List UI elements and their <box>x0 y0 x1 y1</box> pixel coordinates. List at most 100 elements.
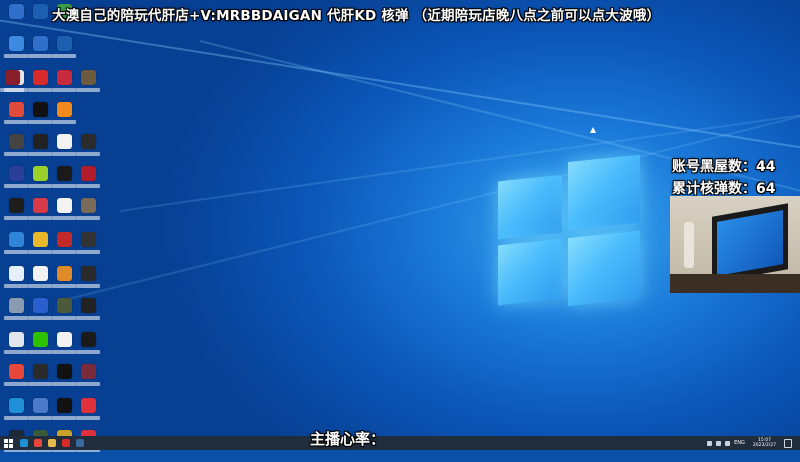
app-blue-icon <box>32 36 48 51</box>
desktop-icon-game-1[interactable] <box>76 70 100 102</box>
desktop-icon-app-blue-3[interactable] <box>4 166 28 198</box>
desktop-icon-game-7[interactable] <box>76 232 100 264</box>
netease-music-icon <box>32 70 48 85</box>
desktop-icon-app-light[interactable] <box>4 266 28 298</box>
desktop-icon-doc-white-4[interactable] <box>52 332 76 364</box>
edge-icon[interactable] <box>20 439 28 447</box>
start-button[interactable] <box>2 436 14 450</box>
doc-white-4-icon <box>56 332 72 347</box>
desktop-icon-app-red[interactable] <box>52 70 76 102</box>
desktop-icon-app-cloud[interactable] <box>4 232 28 264</box>
desktop-icon-app-red-2[interactable] <box>28 198 52 230</box>
desktop-icon-chrome[interactable] <box>4 364 28 396</box>
explorer-icon[interactable] <box>48 439 56 447</box>
desktop-icon-doc-white-3[interactable] <box>28 266 52 298</box>
mw-game-icon <box>80 298 96 313</box>
desktop-icon-app-top-1[interactable] <box>4 4 28 36</box>
app-gray-icon <box>8 298 24 313</box>
notification-icon[interactable] <box>784 438 792 448</box>
desktop-icon-label <box>76 88 100 92</box>
system-tray: ENG 15:07 2023/2/27 <box>707 436 792 450</box>
desktop-icon-label <box>52 88 76 92</box>
desktop-icon-game-4[interactable] <box>76 134 100 166</box>
desktop-icon-game-green[interactable] <box>28 166 52 198</box>
nuke-counter: 累计核弹数：64 <box>672 181 776 197</box>
desktop-icon-qq[interactable] <box>4 198 28 230</box>
desktop-icon-label <box>76 350 100 354</box>
desktop-icon-game-5[interactable] <box>76 198 100 230</box>
desktop-icon-edge[interactable] <box>4 398 28 430</box>
desktop-icon-app-colorful[interactable] <box>4 102 28 134</box>
desktop-icon-app-black-2[interactable] <box>52 398 76 430</box>
clock[interactable]: 15:07 2023/2/27 <box>753 438 776 448</box>
game-9-icon <box>56 298 72 313</box>
desktop-icon-logitech[interactable] <box>76 332 100 364</box>
desktop-icon-label <box>28 152 52 156</box>
desktop-icon-label <box>4 350 28 354</box>
network-icon[interactable] <box>716 440 722 446</box>
volume-icon[interactable] <box>725 440 731 446</box>
desktop-icon-app-dark-2[interactable] <box>28 364 52 396</box>
desktop-icon-clock-app[interactable] <box>28 134 52 166</box>
game-4-icon <box>80 134 96 149</box>
desktop-icon-app-blue-2[interactable] <box>52 36 76 68</box>
heart-rate-label: 主播心率： <box>310 430 386 448</box>
desktop-icon-app-black[interactable] <box>52 364 76 396</box>
game-question-icon <box>56 266 72 281</box>
qq-icon <box>8 198 24 213</box>
desktop-icon-game-dark[interactable] <box>52 166 76 198</box>
desktop-icon-label <box>28 284 52 288</box>
app-dark-2-icon <box>32 364 48 379</box>
game-1-icon <box>80 70 96 85</box>
banned-accounts-counter: 账号黑屋数：44 <box>672 159 776 175</box>
desktop-icon-game-3[interactable] <box>4 134 28 166</box>
desktop-icon-game-red[interactable] <box>76 166 100 198</box>
desktop-icon-app-top-2[interactable] <box>28 4 52 36</box>
app-red-icon[interactable] <box>62 439 70 447</box>
desktop-icon-label <box>76 184 100 188</box>
game-green-icon <box>32 166 48 181</box>
desktop-icon-game-2[interactable] <box>0 70 24 102</box>
desktop-icon-wechat[interactable] <box>28 332 52 364</box>
desktop-icon-label <box>52 152 76 156</box>
taskbar: ENG 15:07 2023/2/27 <box>0 436 800 450</box>
desktop-icon-app-blue-4[interactable] <box>28 298 52 330</box>
desktop-icon-game-6[interactable] <box>52 232 76 264</box>
desktop-icon-app-orange[interactable] <box>52 102 76 134</box>
desktop-icon-app-light-2[interactable] <box>4 332 28 364</box>
desktop-icon-label <box>4 184 28 188</box>
desktop-icon-app-red-3[interactable] <box>76 398 100 430</box>
desktop-icon-game-8[interactable] <box>76 266 100 298</box>
desktop-icon-mw-game[interactable] <box>76 298 100 330</box>
desktop-icon-game-9[interactable] <box>52 298 76 330</box>
game-dark-icon <box>56 166 72 181</box>
desktop-icon-label <box>4 216 28 220</box>
desktop-icon-app-blue-5[interactable] <box>28 398 52 430</box>
chrome-icon[interactable] <box>34 439 42 447</box>
desktop-icon-label <box>76 382 100 386</box>
desktop-icon-label <box>4 316 28 320</box>
desktop-icon-app-gray[interactable] <box>4 298 28 330</box>
desktop-icon-doc-white[interactable] <box>52 134 76 166</box>
wechat-icon <box>32 332 48 347</box>
input-language-indicator[interactable]: ENG <box>734 440 745 446</box>
capcut-icon <box>32 102 48 117</box>
desktop-icon-game-10[interactable] <box>76 364 100 396</box>
desktop-icon-label <box>28 382 52 386</box>
app-red-3-icon <box>80 398 96 413</box>
desktop-icon-doc-white-2[interactable] <box>52 198 76 230</box>
game-6-icon <box>56 232 72 247</box>
desktop-icon-app-blue[interactable] <box>28 36 52 68</box>
desktop-icon-game-owl[interactable] <box>28 232 52 264</box>
game-5-icon <box>80 198 96 213</box>
desktop-icon-netease-music[interactable] <box>28 70 52 102</box>
desktop-icon-capcut[interactable] <box>28 102 52 134</box>
steam-icon[interactable] <box>76 439 84 447</box>
chevron-up-icon[interactable] <box>707 440 713 446</box>
desktop-icon-this-pc[interactable] <box>4 36 28 68</box>
desktop-icon-game-question[interactable] <box>52 266 76 298</box>
desktop-icon-label <box>76 284 100 288</box>
stream-overlay-title: 大澳自己的陪玩代肝店+V:MRBBDAIGAN 代肝KD 核弹 （近期陪玩店晚八… <box>52 8 661 24</box>
app-blue-5-icon <box>32 398 48 413</box>
app-blue-3-icon <box>8 166 24 181</box>
